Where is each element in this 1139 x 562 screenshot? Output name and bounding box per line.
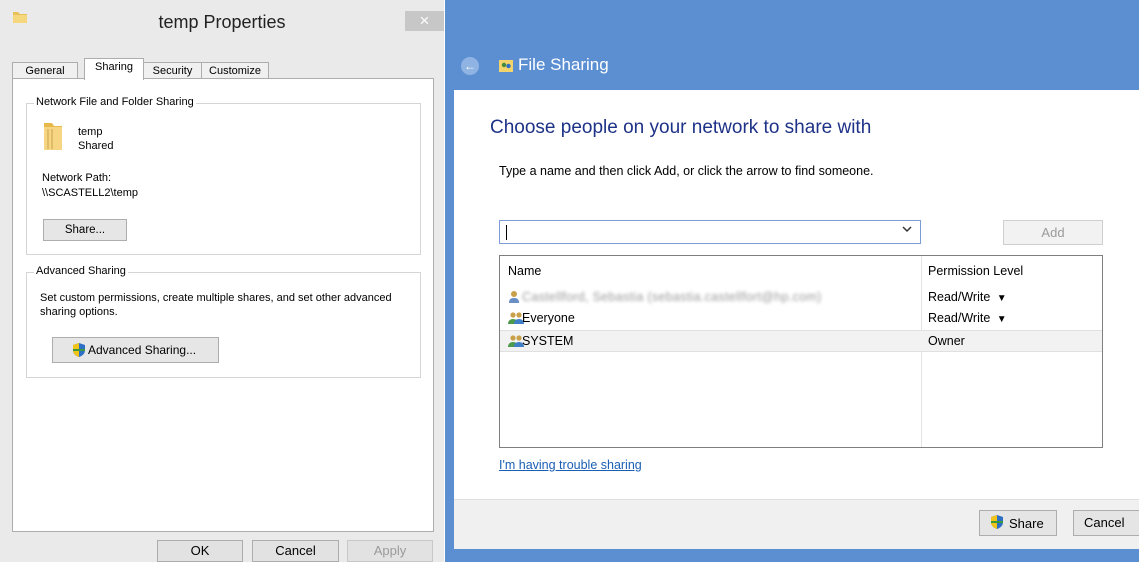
back-arrow-button[interactable]: ← xyxy=(461,57,479,75)
ok-button[interactable]: OK xyxy=(157,540,243,562)
user-icon xyxy=(508,290,520,306)
file-sharing-icon xyxy=(498,58,514,79)
permission-value: Owner xyxy=(928,334,965,348)
page-heading: Choose people on your network to share w… xyxy=(490,117,872,138)
advanced-sharing-legend: Advanced Sharing xyxy=(34,265,128,277)
name-combobox[interactable] xyxy=(499,220,921,244)
network-sharing-group: Network File and Folder Sharing temp Sha… xyxy=(26,96,421,255)
folder-status: Shared xyxy=(78,140,114,152)
trouble-sharing-link[interactable]: I'm having trouble sharing xyxy=(499,458,642,472)
cancel-button[interactable]: Cancel xyxy=(252,540,339,562)
text-caret xyxy=(506,225,507,240)
advanced-sharing-button[interactable]: Advanced Sharing... xyxy=(52,337,219,363)
system-name: SYSTEM xyxy=(522,334,574,348)
column-header-name[interactable]: Name xyxy=(508,264,541,278)
group-name: Everyone xyxy=(522,311,575,325)
permission-value: Read/Write xyxy=(928,290,991,304)
user-name: Castellford, Sebastia (sebastia.castellf… xyxy=(522,290,822,304)
folder-name: temp xyxy=(78,126,103,138)
network-path-label: Network Path: xyxy=(42,172,112,184)
properties-dialog: temp Properties × General Sharing Securi… xyxy=(0,0,444,562)
advanced-sharing-label: Advanced Sharing... xyxy=(88,343,197,357)
network-sharing-legend: Network File and Folder Sharing xyxy=(34,96,196,108)
list-item-selected[interactable]: SYSTEM Owner xyxy=(500,330,1102,352)
people-list: Name Permission Level Castellford, Sebas… xyxy=(499,255,1103,448)
add-button[interactable]: Add xyxy=(1003,220,1103,245)
uac-shield-icon xyxy=(72,343,86,360)
permission-dropdown[interactable]: Read/Write ▼ xyxy=(928,311,1007,325)
cancel-sharing-button[interactable]: Cancel xyxy=(1073,510,1139,536)
uac-shield-icon xyxy=(990,515,1004,532)
list-item[interactable]: Castellford, Sebastia (sebastia.castellf… xyxy=(500,288,1102,307)
shared-folder-icon xyxy=(42,121,64,158)
chevron-down-icon[interactable] xyxy=(902,224,912,237)
share-label: Share xyxy=(1009,516,1044,531)
permission-dropdown[interactable]: Read/Write ▼ xyxy=(928,290,1007,304)
advanced-sharing-description: Set custom permissions, create multiple … xyxy=(40,292,392,318)
permission-value: Read/Write xyxy=(928,311,991,325)
network-path-value: \\SCASTELL2\temp xyxy=(42,187,138,199)
tab-sharing[interactable]: Sharing xyxy=(84,58,144,80)
share-button[interactable]: Share... xyxy=(43,219,127,241)
advanced-sharing-group: Advanced Sharing Set custom permissions,… xyxy=(26,265,421,378)
share-confirm-button[interactable]: Share xyxy=(979,510,1057,536)
apply-button[interactable]: Apply xyxy=(347,540,433,562)
list-item[interactable]: Everyone Read/Write ▼ xyxy=(500,309,1102,328)
close-button[interactable]: × xyxy=(405,11,444,31)
file-sharing-window: ← File Sharing Choose people on your net… xyxy=(445,0,1139,562)
dropdown-arrow-icon: ▼ xyxy=(996,293,1007,304)
dropdown-arrow-icon: ▼ xyxy=(996,314,1007,325)
column-header-permission[interactable]: Permission Level xyxy=(928,264,1023,278)
properties-titlebar: temp Properties × xyxy=(0,0,444,40)
properties-title: temp Properties xyxy=(158,12,286,32)
sharing-tab-panel: Network File and Folder Sharing temp Sha… xyxy=(12,78,434,532)
file-sharing-title: File Sharing xyxy=(518,55,609,74)
instruction-text: Type a name and then click Add, or click… xyxy=(499,164,874,178)
